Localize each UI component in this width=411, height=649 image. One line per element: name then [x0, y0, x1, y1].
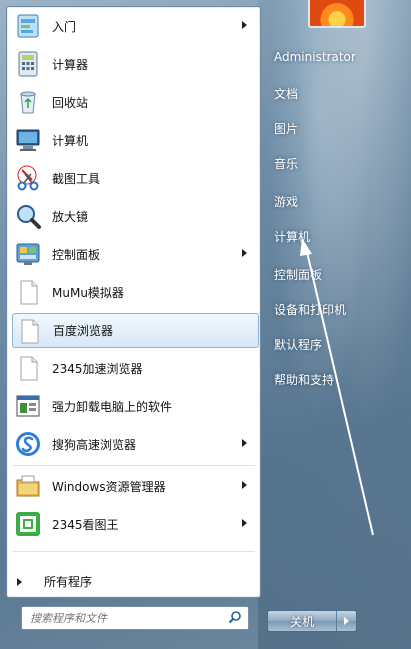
program-mumu-emulator[interactable]: MuMu模拟器 — [12, 275, 257, 309]
blank-file-icon — [13, 315, 45, 347]
program-magnifier[interactable]: 放大镜 — [12, 199, 257, 233]
submenu-arrow-icon[interactable] — [242, 21, 247, 29]
search-icon[interactable] — [228, 610, 242, 624]
user-avatar[interactable] — [308, 0, 366, 28]
right-item-computer[interactable]: 计算机 — [274, 228, 310, 245]
program-label: MuMu模拟器 — [52, 285, 124, 300]
menu-separator — [12, 551, 255, 552]
program-label: Windows资源管理器 — [52, 479, 166, 494]
program-label: 百度浏览器 — [53, 324, 114, 338]
program-calculator[interactable]: 计算器 — [12, 47, 257, 81]
shutdown-label: 关机 — [289, 614, 314, 629]
computer-icon — [12, 124, 44, 156]
program-label: 计算机 — [52, 133, 89, 148]
program-label: 强力卸载电脑上的软件 — [52, 399, 173, 414]
uninstaller-icon — [12, 390, 44, 422]
getting-started-icon — [12, 10, 44, 42]
sogou-browser-icon — [12, 428, 44, 460]
program-label: 控制面板 — [52, 247, 101, 262]
right-item-user[interactable]: Administrator — [274, 50, 356, 64]
submenu-arrow-icon[interactable] — [242, 439, 247, 447]
expand-arrow-icon — [17, 577, 22, 586]
all-programs-button[interactable]: 所有程序 — [17, 573, 92, 590]
program-label: 2345看图王 — [52, 517, 119, 532]
right-item-control-panel[interactable]: 控制面板 — [274, 266, 322, 283]
submenu-arrow-icon[interactable] — [242, 519, 247, 527]
right-item-games[interactable]: 游戏 — [274, 193, 298, 210]
program-sogou-browser[interactable]: 搜狗高速浏览器 — [12, 427, 257, 461]
magnifier-icon — [12, 200, 44, 232]
image-viewer-icon — [12, 508, 44, 540]
control-panel-icon — [12, 238, 44, 270]
program-label: 搜狗高速浏览器 — [52, 437, 137, 452]
right-item-default-programs[interactable]: 默认程序 — [274, 336, 322, 353]
calculator-icon — [12, 48, 44, 80]
search-area — [6, 596, 259, 644]
program-label: 入门 — [52, 19, 77, 34]
shutdown-options-button[interactable] — [337, 611, 356, 631]
submenu-arrow-icon[interactable] — [242, 481, 247, 489]
all-programs-label: 所有程序 — [44, 575, 93, 589]
program-control-panel[interactable]: 控制面板 — [12, 237, 257, 271]
start-menu-programs-panel: 入门 计算器 回收站 计算机 截图工具 放大镜 控制面板 MuMu模拟器 百度浏… — [6, 6, 261, 598]
program-label: 2345加速浏览器 — [52, 361, 143, 376]
submenu-arrow-icon[interactable] — [242, 249, 247, 257]
blank-file-icon — [12, 276, 44, 308]
program-label: 放大镜 — [52, 209, 89, 224]
program-2345-image-viewer[interactable]: 2345看图王 — [12, 507, 257, 541]
program-label: 截图工具 — [52, 171, 101, 186]
chevron-right-icon — [344, 617, 349, 625]
shutdown-button[interactable]: 关机 — [268, 611, 337, 631]
right-item-music[interactable]: 音乐 — [274, 155, 298, 172]
program-uninstaller[interactable]: 强力卸载电脑上的软件 — [12, 389, 257, 423]
blank-file-icon — [12, 352, 44, 384]
explorer-icon — [12, 470, 44, 502]
search-box[interactable] — [21, 606, 249, 630]
program-2345-browser[interactable]: 2345加速浏览器 — [12, 351, 257, 385]
program-windows-explorer[interactable]: Windows资源管理器 — [12, 469, 257, 503]
right-item-help-support[interactable]: 帮助和支持 — [274, 371, 334, 388]
program-getting-started[interactable]: 入门 — [12, 9, 257, 43]
program-baidu-browser[interactable]: 百度浏览器 — [12, 313, 259, 348]
search-input[interactable] — [28, 608, 222, 628]
program-label: 计算器 — [52, 57, 89, 72]
snipping-tool-icon — [12, 162, 44, 194]
shutdown-button-group: 关机 — [267, 610, 357, 632]
program-snipping-tool[interactable]: 截图工具 — [12, 161, 257, 195]
right-item-documents[interactable]: 文档 — [274, 85, 298, 102]
right-item-devices-printers[interactable]: 设备和打印机 — [274, 301, 346, 318]
program-label: 回收站 — [52, 95, 89, 110]
program-recycle-bin[interactable]: 回收站 — [12, 85, 257, 119]
recycle-bin-icon — [12, 86, 44, 118]
right-item-pictures[interactable]: 图片 — [274, 120, 298, 137]
menu-separator — [12, 465, 255, 466]
program-computer[interactable]: 计算机 — [12, 123, 257, 157]
